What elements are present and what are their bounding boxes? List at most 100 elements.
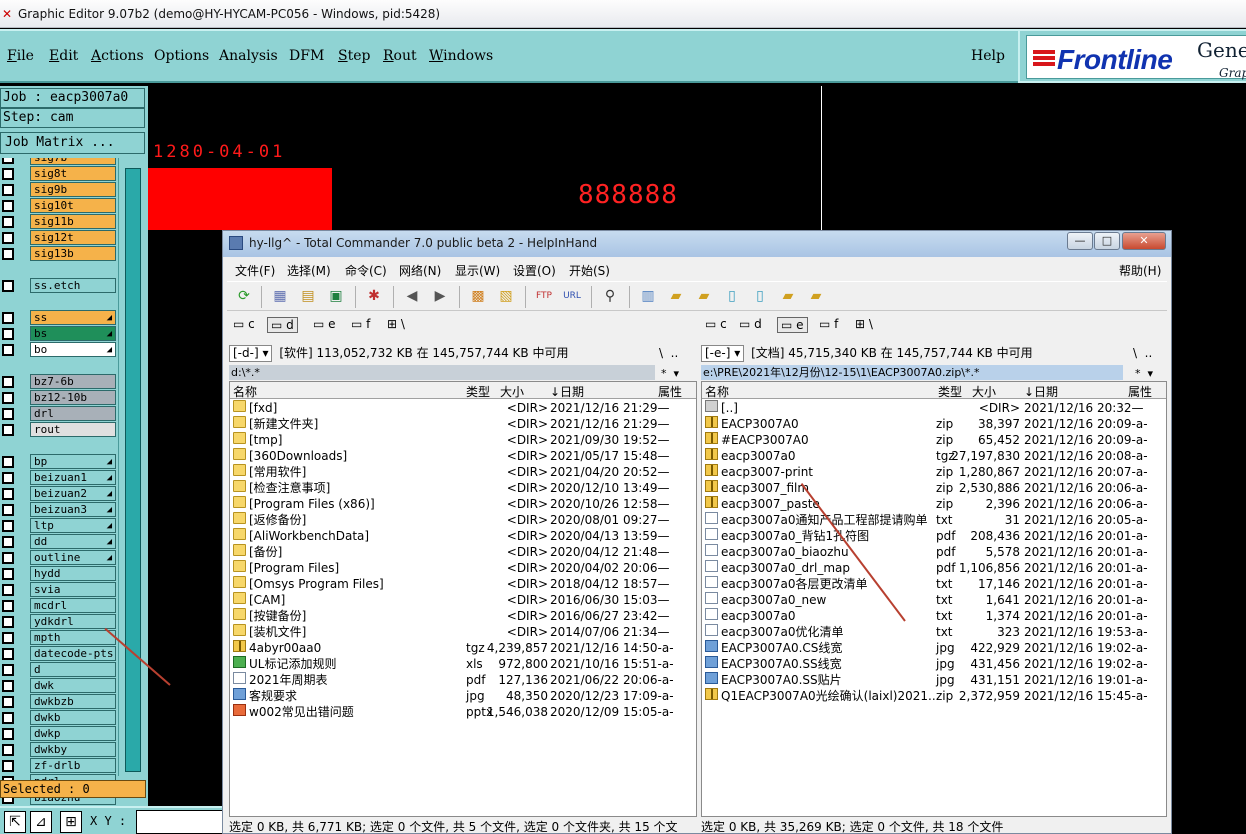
layer-row[interactable]: svia [0,582,116,598]
layer-name[interactable]: bp ◢ [30,454,116,469]
folder-icon[interactable]: ▰ [779,287,797,305]
file-row[interactable]: eacp3007a0各层更改清单 txt 17,146 2021/12/16 20:0… [702,576,1166,592]
layer-checkbox[interactable] [2,744,14,756]
col-attr[interactable]: 属性 [1128,383,1152,400]
layer-checkbox[interactable] [2,488,14,500]
drive-d[interactable]: ▭ d [267,317,298,333]
layer-row[interactable]: beizuan2 ◢ [0,486,116,502]
drive-f[interactable]: ▭ f [351,317,370,331]
minimize-button[interactable]: — [1067,232,1093,250]
layer-checkbox[interactable] [2,568,14,580]
layer-row[interactable]: sig11b [0,214,116,230]
url-icon[interactable]: URL [563,287,581,305]
layer-name[interactable]: mpth [30,630,116,645]
layer-name[interactable]: zf-drlb [30,758,116,773]
layer-row[interactable]: zf-drlb [0,758,116,774]
maximize-button[interactable]: □ [1094,232,1120,250]
unpack-icon[interactable]: ▧ [497,287,515,305]
file-row[interactable]: EACP3007A0 zip 38,397 2021/12/16 20:09-a- [702,416,1166,432]
find-icon[interactable]: ⚲ [601,287,619,305]
layer-row[interactable]: sig10t [0,198,116,214]
layer-name[interactable]: d [30,662,116,677]
layer-checkbox[interactable] [2,424,14,436]
menu-rout[interactable]: Rout [383,48,417,64]
file-row[interactable]: [fxd] <DIR> 2021/12/16 21:29— [230,400,696,416]
layer-row[interactable]: outline ◢ [0,550,116,566]
file-row[interactable]: [Omsys Program Files] <DIR> 2018/04/12 18:… [230,576,696,592]
layer-name[interactable]: dwkbzb [30,694,116,709]
layer-checkbox[interactable] [2,232,14,244]
file-row[interactable]: [..] <DIR> 2021/12/16 20:32— [702,400,1166,416]
file-row[interactable]: Q1EACP3007A0光绘确认(laixl)2021... zip 2,372,9… [702,688,1166,704]
detail-view-icon[interactable]: ▤ [299,287,317,305]
file-row[interactable]: [360Downloads] <DIR> 2021/05/17 15:48— [230,448,696,464]
layer-row[interactable]: ss.etch [0,278,116,294]
layer-checkbox[interactable] [2,648,14,660]
layer-row[interactable]: d [0,662,116,678]
tc-menu-select[interactable]: 选择(M) [287,262,331,279]
layer-name[interactable]: sig13b [30,246,116,261]
notepad-icon[interactable]: ▯ [723,287,741,305]
col-date[interactable]: ↓日期 [550,383,584,400]
layer-checkbox[interactable] [2,712,14,724]
close-button[interactable]: ✕ [1122,232,1166,250]
file-row[interactable]: eacp3007a0优化清单 txt 323 2021/12/16 19:53-a- [702,624,1166,640]
file-row[interactable]: EACP3007A0.SS贴片 jpg 431,151 2021/12/16 19:0… [702,672,1166,688]
layer-row[interactable]: bz7-6b [0,374,116,390]
network-icon[interactable]: ⊞ \ [855,317,873,331]
drive-c[interactable]: ▭ c [233,317,255,331]
layer-name[interactable]: sig11b [30,214,116,229]
menu-options[interactable]: Options [154,48,209,64]
network-icon[interactable]: ⊞ \ [387,317,405,331]
layer-name[interactable]: sig12t [30,230,116,245]
layer-name[interactable]: dwkb [30,710,116,725]
layer-name[interactable]: sig8t [30,166,116,181]
file-row[interactable]: eacp3007a0 txt 1,374 2021/12/16 20:01-a- [702,608,1166,624]
pack-icon[interactable]: ▩ [469,287,487,305]
layer-name[interactable]: rout [30,422,116,437]
col-attr[interactable]: 属性 [658,383,682,400]
tc-menu-start[interactable]: 开始(S) [569,262,610,279]
menu-actions[interactable]: Actions [91,48,144,64]
menu-file[interactable]: File [7,48,34,64]
layer-checkbox[interactable] [2,728,14,740]
layer-row[interactable]: rout [0,422,116,438]
layer-list-scrollbar[interactable] [118,158,146,776]
layer-checkbox[interactable] [2,504,14,516]
calc-icon[interactable]: ▥ [639,287,657,305]
layer-checkbox[interactable] [2,328,14,340]
folder-icon[interactable]: ▰ [695,287,713,305]
layer-name[interactable]: bs ◢ [30,326,116,341]
layer-row[interactable]: dwkb [0,710,116,726]
layer-checkbox[interactable] [2,216,14,228]
file-row[interactable]: eacp3007_paste zip 2,396 2021/12/16 20:06-a… [702,496,1166,512]
tc-menu-settings[interactable]: 设置(O) [513,262,556,279]
file-row[interactable]: eacp3007a0_背钻1孔符图 pdf 208,436 2021/12/16 20… [702,528,1166,544]
layer-checkbox[interactable] [2,344,14,356]
layer-row[interactable]: sig7b [0,158,116,166]
layer-row[interactable]: dwk [0,678,116,694]
layer-checkbox[interactable] [2,536,14,548]
file-row[interactable]: EACP3007A0.CS线宽 jpg 422,929 2021/12/16 19:0… [702,640,1166,656]
col-ext[interactable]: 类型 [938,383,962,400]
right-drive-dropdown[interactable]: [-e-] ▾ [701,345,745,362]
file-row[interactable]: 4abyr00aa0 tgz 4,239,857 2021/12/16 14:50-a… [230,640,696,656]
file-row[interactable]: [AliWorkbenchData] <DIR> 2020/04/13 13:59— [230,528,696,544]
forward-icon[interactable]: ▶ [431,287,449,305]
folder-icon[interactable]: ▰ [807,287,825,305]
tc-menu-network[interactable]: 网络(N) [399,262,441,279]
menu-analysis[interactable]: Analysis [219,48,278,64]
layer-name[interactable]: sig10t [30,198,116,213]
drive-f[interactable]: ▭ f [819,317,838,331]
notepad-icon[interactable]: ▯ [751,287,769,305]
layer-row[interactable]: sig8t [0,166,116,182]
tc-menu-file[interactable]: 文件(F) [235,262,275,279]
menu-dfm[interactable]: DFM [289,48,324,64]
layer-checkbox[interactable] [2,280,14,292]
layer-row[interactable]: beizuan3 ◢ [0,502,116,518]
tc-menu-view[interactable]: 显示(W) [455,262,500,279]
layer-checkbox[interactable] [2,312,14,324]
layer-row[interactable]: bs ◢ [0,326,116,342]
col-name[interactable]: 名称 [705,383,729,400]
layer-row[interactable]: sig13b [0,246,116,262]
